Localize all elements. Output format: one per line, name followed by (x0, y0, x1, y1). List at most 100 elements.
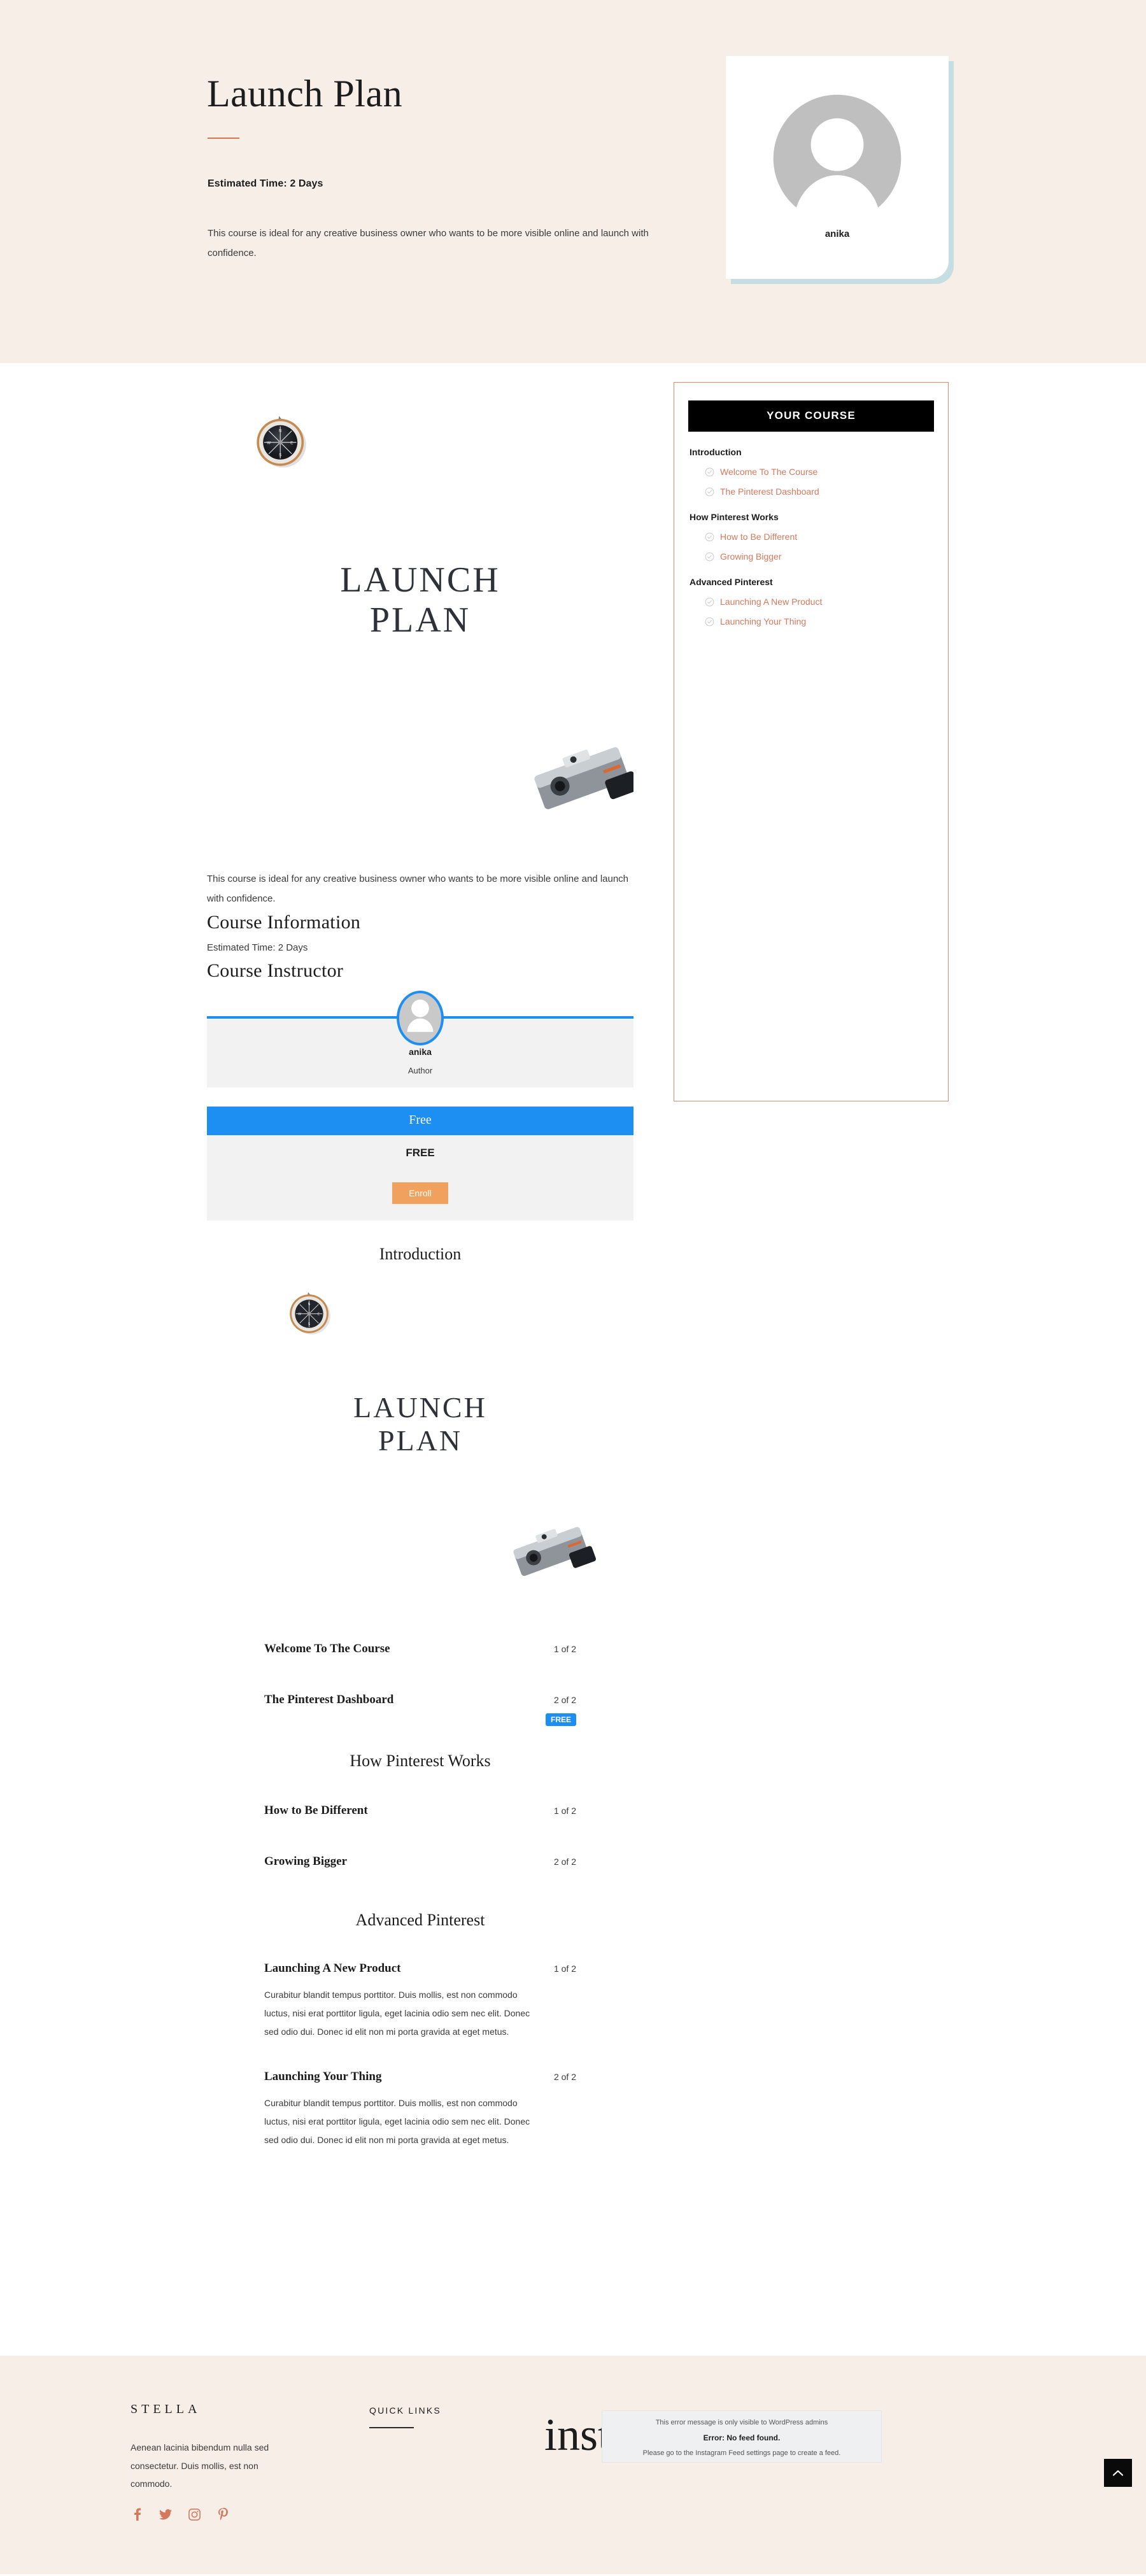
lesson-progress: 1 of 2 (553, 1644, 576, 1655)
course-information-heading: Course Information (207, 911, 361, 933)
lesson-title[interactable]: How to Be Different (264, 1804, 368, 1818)
twitter-icon[interactable] (159, 2507, 173, 2521)
instructor-card: anika Author (207, 991, 633, 1088)
sidebar-group: How Pinterest Works How to Be Different … (688, 512, 934, 562)
svg-text:E: E (318, 1313, 320, 1317)
sidebar-group: Introduction Welcome To The Course The P… (688, 447, 934, 497)
instagram-icon[interactable] (188, 2508, 201, 2521)
lesson-title[interactable]: Launching Your Thing (264, 2070, 381, 2084)
your-course-panel: YOUR COURSE Introduction Welcome To The … (674, 382, 949, 1101)
hero-estimated-time: Estimated Time: 2 Days (208, 178, 323, 189)
price-value: FREE (406, 1147, 435, 1159)
price-body: FREE Enroll (207, 1135, 633, 1221)
footer-brand: STELLA (131, 2402, 201, 2416)
instagram-feed-error: This error message is only visible to Wo… (602, 2410, 882, 2463)
course-page: Launch Plan Estimated Time: 2 Days This … (0, 0, 1146, 2574)
lesson-row[interactable]: Launching Your Thing 2 of 2 Curabitur bl… (207, 2070, 633, 2149)
check-circle-icon (705, 467, 714, 476)
enroll-button[interactable]: Enroll (392, 1182, 448, 1205)
course-instructor-heading: Course Instructor (207, 960, 344, 982)
lesson-progress: 1 of 2 (553, 1806, 576, 1816)
sidebar-item-launching-your-thing[interactable]: Launching Your Thing (705, 616, 934, 626)
svg-text:W: W (267, 441, 271, 446)
instructor-role: Author (407, 1066, 433, 1076)
svg-text:S: S (279, 453, 281, 457)
course-description: This course is ideal for any creative bu… (207, 874, 629, 904)
scroll-to-top-button[interactable] (1104, 2459, 1132, 2487)
footer-quick-links-title: QUICK LINKS (369, 2405, 441, 2416)
lesson-title[interactable]: Growing Bigger (264, 1855, 347, 1869)
lesson-featured-image: N S W E LAUNCH PLAN (207, 1264, 633, 1615)
hero-description: This course is ideal for any creative bu… (208, 228, 649, 258)
title-divider (208, 138, 239, 139)
course-column: N S W E LAUNCH PLAN This course is ideal f… (207, 382, 633, 2149)
section-heading-introduction: Introduction (379, 1245, 462, 1264)
lesson-title[interactable]: Welcome To The Course (264, 1642, 390, 1656)
error-instruction: Please go to the Instagram Feed settings… (642, 2449, 841, 2457)
error-admin-note: This error message is only visible to Wo… (655, 2419, 828, 2426)
sidebar-group-title: Advanced Pinterest (690, 577, 773, 587)
price-header: Free (207, 1107, 633, 1136)
check-circle-icon (705, 532, 714, 541)
facebook-icon[interactable] (131, 2507, 143, 2521)
check-circle-icon (705, 617, 714, 626)
sidebar-item-label: Welcome To The Course (720, 467, 818, 477)
error-title: Error: No feed found. (703, 2433, 781, 2442)
footer-quick-links-divider (369, 2427, 414, 2428)
footer-social-links (131, 2507, 229, 2521)
sidebar-item-how-to-be-different[interactable]: How to Be Different (705, 532, 934, 542)
sidebar-item-label: Launching A New Product (720, 597, 823, 607)
lesson-row[interactable]: Growing Bigger 2 of 2 (207, 1855, 633, 1869)
sidebar-item-label: How to Be Different (720, 532, 798, 542)
lesson-title[interactable]: Launching A New Product (264, 1962, 401, 1976)
camera-icon (534, 747, 633, 809)
sidebar-item-label: Launching Your Thing (720, 616, 807, 626)
lesson-row[interactable]: Welcome To The Course 1 of 2 (207, 1642, 633, 1656)
instructor-avatar (397, 991, 444, 1046)
check-circle-icon (705, 597, 714, 606)
sidebar-item-launching-a-new-product[interactable]: Launching A New Product (705, 597, 934, 607)
avatar (773, 94, 902, 228)
lesson-row[interactable]: The Pinterest Dashboard 2 of 2 FREE (207, 1693, 633, 1727)
svg-text:N: N (308, 1303, 311, 1306)
lesson-description: Curabitur blandit tempus porttitor. Duis… (264, 1990, 530, 2037)
sidebar-item-label: Growing Bigger (720, 551, 782, 562)
svg-text:E: E (290, 441, 293, 446)
course-featured-image: N S W E LAUNCH PLAN (207, 382, 633, 867)
footer-about-text: Aenean lacinia bibendum nulla sed consec… (131, 2442, 269, 2489)
avatar-glyph (407, 1000, 434, 1032)
lesson-row[interactable]: How to Be Different 1 of 2 (207, 1804, 633, 1818)
price-box: Free FREE Enroll (207, 1107, 633, 1221)
svg-text:N: N (279, 429, 282, 434)
page-title: Launch Plan (207, 73, 403, 115)
sidebar-item-welcome-to-the-course[interactable]: Welcome To The Course (705, 467, 934, 477)
sidebar-item-growing-bigger[interactable]: Growing Bigger (705, 551, 934, 562)
course-sidebar: YOUR COURSE Introduction Welcome To The … (674, 382, 949, 1101)
featured-title: LAUNCH PLAN (353, 1391, 487, 1457)
svg-text:S: S (308, 1322, 311, 1326)
compass-icon: N S W E (257, 416, 306, 468)
section-heading-advanced-pinterest: Advanced Pinterest (355, 1911, 485, 1930)
chevron-up-icon (1112, 2470, 1124, 2476)
author-name: anika (824, 229, 850, 239)
sidebar-group-title: Introduction (690, 447, 742, 457)
main-content: N S W E LAUNCH PLAN This course is ideal f… (0, 363, 1146, 2356)
page-hero: Launch Plan Estimated Time: 2 Days This … (0, 0, 1146, 363)
sidebar-item-label: The Pinterest Dashboard (720, 486, 819, 497)
lesson-progress: 2 of 2 (553, 2072, 576, 2083)
camera-icon (513, 1527, 597, 1576)
lesson-row[interactable]: Launching A New Product 1 of 2 Curabitur… (207, 1962, 633, 2041)
svg-text:W: W (298, 1313, 301, 1317)
featured-title: LAUNCH PLAN (340, 560, 500, 640)
sidebar-item-the-pinterest-dashboard[interactable]: The Pinterest Dashboard (705, 486, 934, 497)
lesson-title[interactable]: The Pinterest Dashboard (264, 1693, 393, 1707)
sidebar-group-title: How Pinterest Works (690, 512, 779, 522)
your-course-header: YOUR COURSE (688, 400, 934, 432)
pinterest-icon[interactable] (216, 2507, 229, 2521)
page-footer: STELLA Aenean lacinia bibendum nulla sed… (0, 2356, 1146, 2574)
author-card: anika (726, 56, 949, 279)
compass-icon: N S W E (290, 1292, 330, 1335)
lesson-progress: 1 of 2 (553, 1964, 576, 1974)
free-badge: FREE (545, 1713, 576, 1727)
course-estimated-time: Estimated Time: 2 Days (207, 942, 308, 953)
